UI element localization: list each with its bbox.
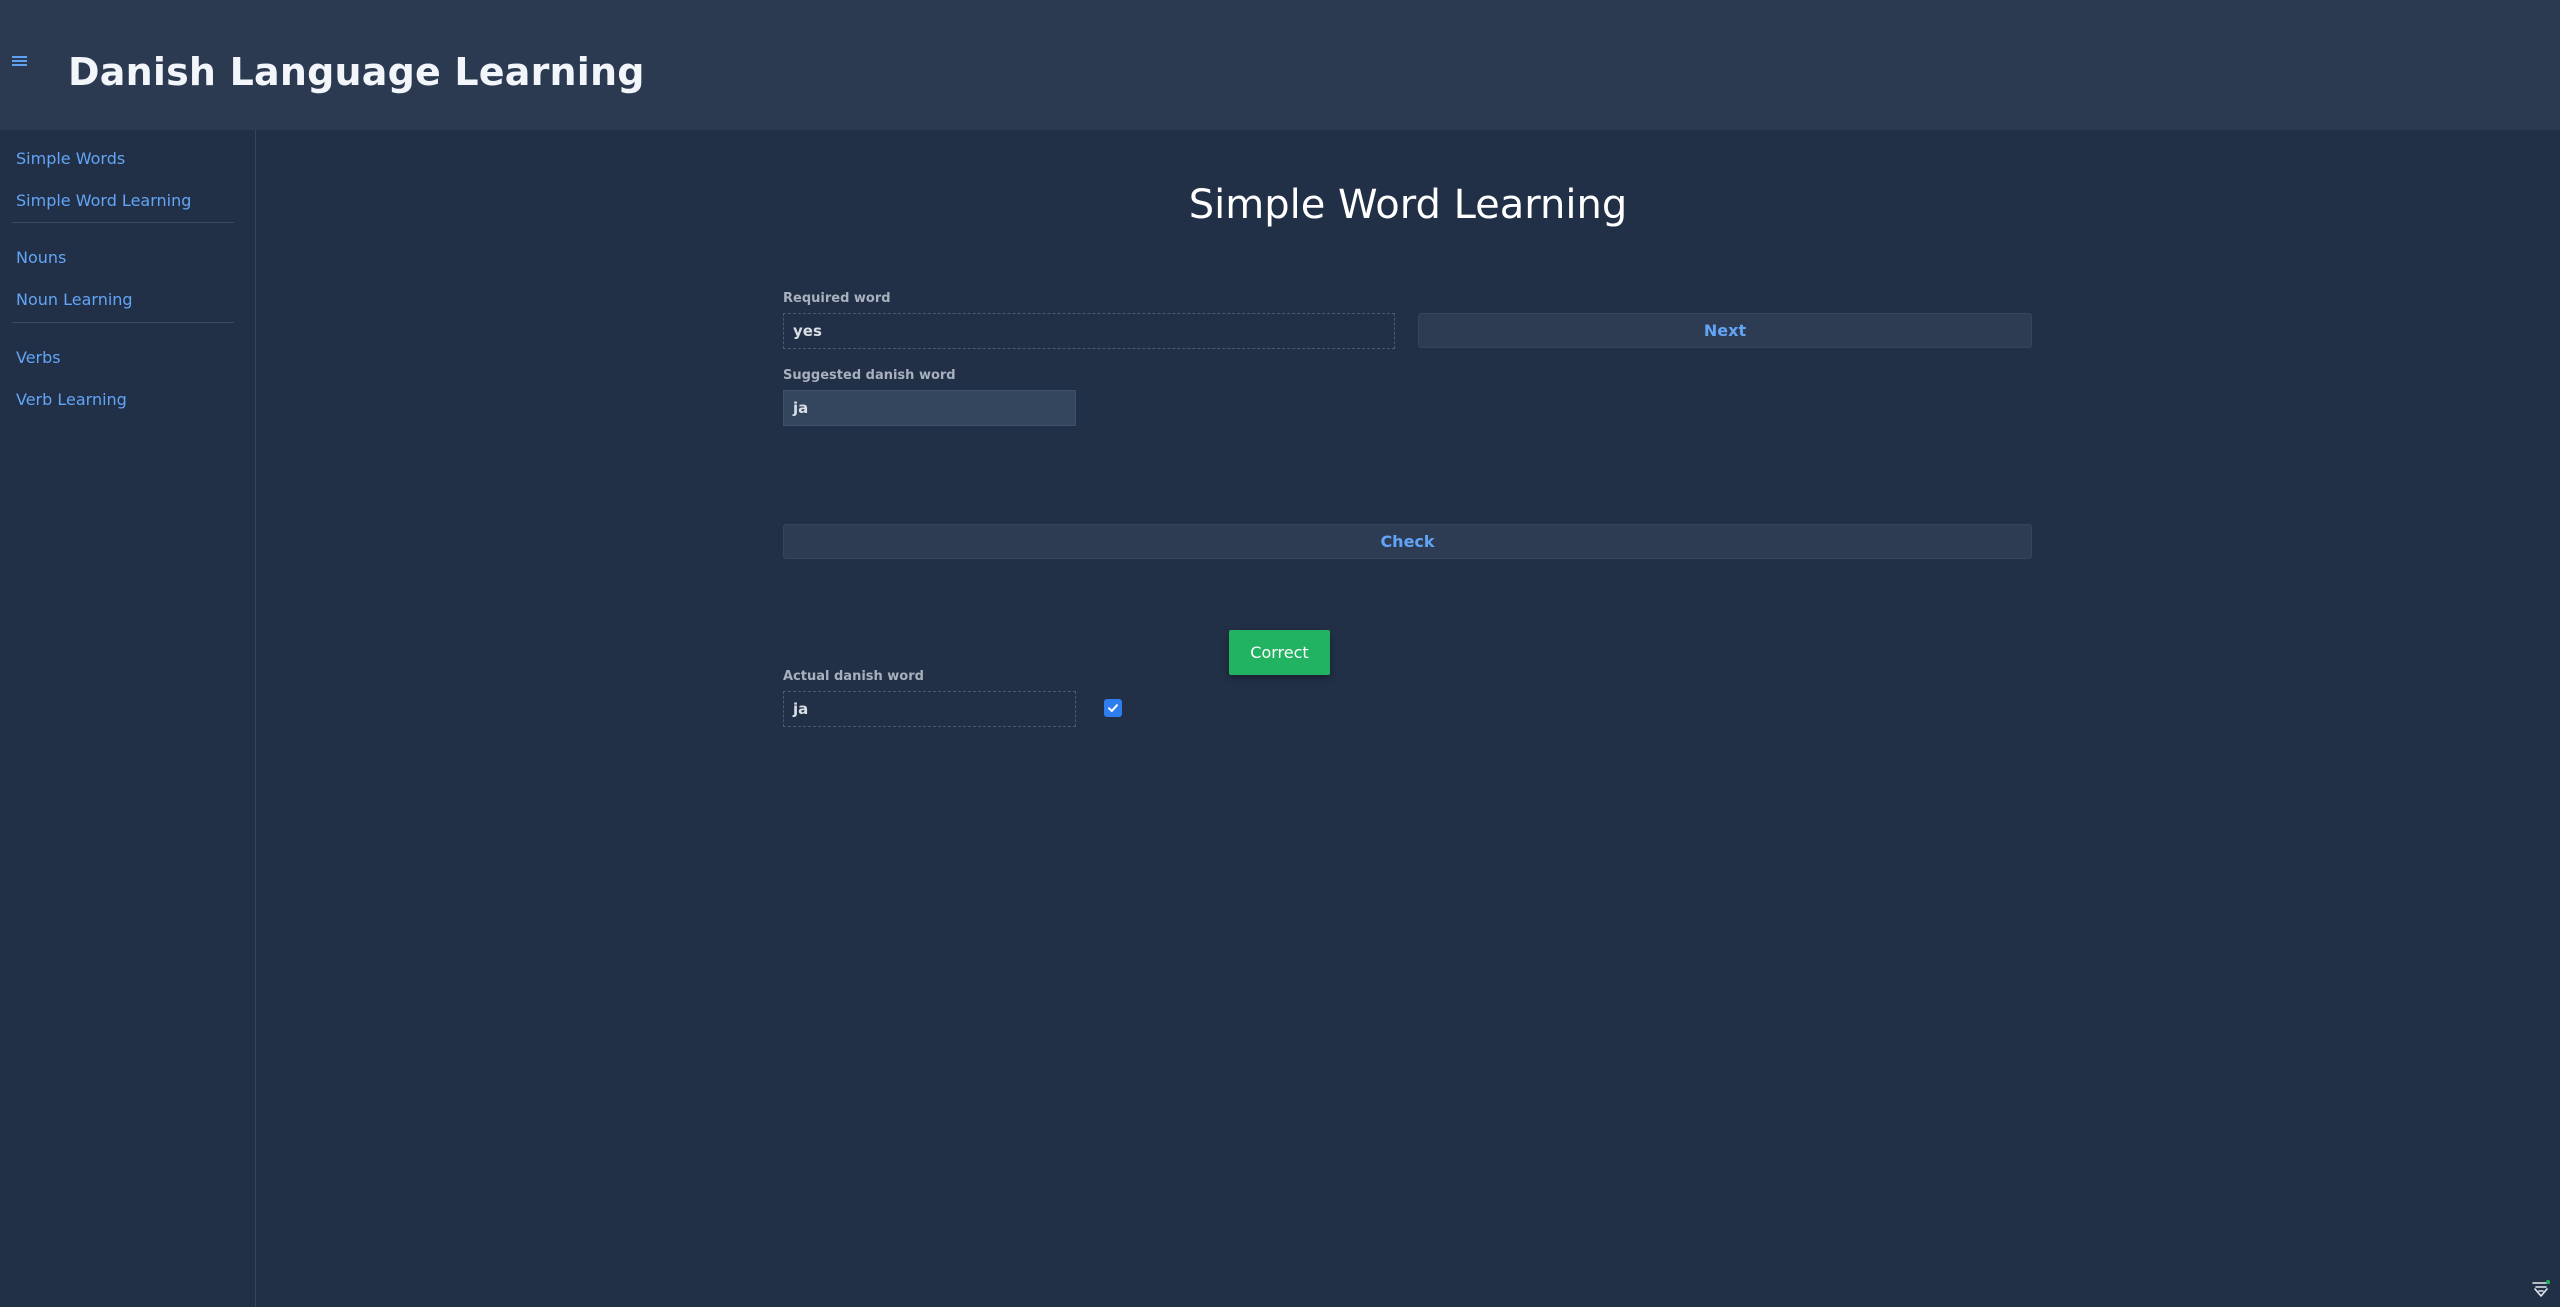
result-badge: Correct [1229, 630, 1330, 675]
suggested-word-label: Suggested danish word [783, 368, 956, 383]
checkmark-icon [1108, 704, 1118, 712]
funnel-check-icon [2532, 1280, 2550, 1297]
required-word-label: Required word [783, 291, 891, 306]
page-title: Simple Word Learning [1188, 182, 1628, 228]
next-button[interactable]: Next [1418, 313, 2032, 348]
sidebar-item-nouns[interactable]: Nouns [16, 248, 66, 267]
sidebar-divider [12, 222, 234, 223]
sidebar-item-verb-learning[interactable]: Verb Learning [16, 390, 127, 409]
actual-word-field: ja [783, 691, 1076, 727]
app-title: Danish Language Learning [68, 50, 645, 94]
sidebar: Simple Words Simple Word Learning Nouns … [0, 130, 256, 1307]
app-header: Danish Language Learning [0, 0, 2560, 130]
sidebar-divider [12, 322, 234, 323]
actual-word-label: Actual danish word [783, 669, 924, 684]
actual-word-checkbox[interactable] [1104, 699, 1122, 717]
sidebar-item-simple-words[interactable]: Simple Words [16, 149, 125, 168]
hamburger-menu-icon[interactable] [12, 54, 32, 74]
sidebar-item-simple-word-learning[interactable]: Simple Word Learning [16, 191, 191, 210]
sidebar-item-verbs[interactable]: Verbs [16, 348, 61, 367]
required-word-field[interactable]: yes [783, 313, 1395, 349]
debug-tools-icon[interactable] [2531, 1279, 2551, 1299]
suggested-word-input[interactable]: ja [783, 390, 1076, 426]
sidebar-item-noun-learning[interactable]: Noun Learning [16, 290, 133, 309]
check-button[interactable]: Check [783, 524, 2032, 559]
main-content: Simple Word Learning [256, 130, 2560, 1307]
